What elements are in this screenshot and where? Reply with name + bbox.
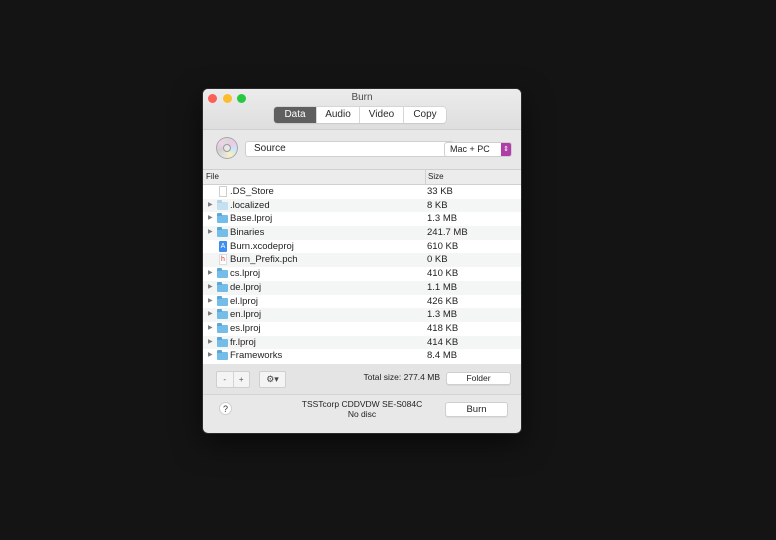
filesystem-select-value: Mac + PC [450, 144, 490, 154]
file-name: Binaries [230, 227, 265, 239]
source-area: Source Mac + PC ⇕ [203, 130, 521, 169]
disclosure-triangle-icon[interactable]: ▶ [208, 199, 213, 213]
folder-icon [217, 227, 228, 238]
help-button[interactable]: ? [219, 402, 232, 415]
file-name: es.lproj [230, 322, 261, 334]
file-name: .DS_Store [230, 186, 274, 197]
table-toolbar: - + ⚙▾ Total size: 277.4 MB Folder [203, 364, 521, 395]
mode-tabs: Data Audio Video Copy [274, 107, 446, 123]
file-table: File Size .DS_Store 33 KB ▶ .localized 8 KB ▶… [203, 169, 521, 364]
tab-audio[interactable]: Audio [316, 107, 359, 123]
table-row[interactable]: ▶ Binaries 241.7 MB [203, 226, 521, 240]
header-file-icon: h [219, 254, 227, 266]
folder-icon [217, 336, 228, 347]
file-size: 418 KB [427, 322, 459, 334]
table-row[interactable]: ▶ Frameworks 8.4 MB [203, 349, 521, 363]
file-size: 0 KB [427, 254, 448, 266]
action-menu-button[interactable]: ⚙▾ [259, 371, 286, 388]
file-size: 610 KB [427, 240, 459, 252]
disclosure-triangle-icon[interactable]: ▶ [208, 281, 213, 295]
table-row[interactable]: ▶ de.lproj 1.1 MB [203, 280, 521, 295]
folder-icon [217, 350, 228, 361]
title-bar: Burn Data Audio Video Copy [203, 89, 521, 130]
file-size: 33 KB [427, 186, 453, 197]
file-name: Base.lproj [230, 213, 273, 225]
column-header-size[interactable]: Size [425, 170, 444, 184]
tab-video[interactable]: Video [359, 107, 403, 123]
gear-icon: ⚙▾ [266, 374, 279, 384]
table-header: File Size [203, 170, 521, 185]
add-remove-control: - + [216, 371, 250, 388]
disclosure-triangle-icon[interactable]: ▶ [208, 336, 213, 350]
file-size: 1.3 MB [427, 213, 458, 225]
disclosure-triangle-icon[interactable]: ▶ [208, 212, 213, 226]
disclosure-triangle-icon[interactable]: ▶ [208, 322, 213, 336]
file-size: 1.1 MB [427, 281, 458, 293]
burn-button[interactable]: Burn [445, 402, 508, 417]
disc-status: No disc [347, 408, 377, 419]
drive-info: TSSTcorp CDDVDW SE-S084C No disc [293, 399, 431, 419]
xcode-project-icon: A [219, 240, 227, 252]
table-body: .DS_Store 33 KB ▶ .localized 8 KB ▶ Base.lproj… [203, 185, 521, 363]
file-name: el.lproj [230, 295, 258, 307]
folder-icon [217, 213, 228, 224]
tab-data[interactable]: Data [274, 107, 316, 123]
file-size: 8.4 MB [427, 350, 458, 362]
table-row[interactable]: A Burn.xcodeproj 610 KB [203, 240, 521, 254]
disclosure-triangle-icon[interactable]: ▶ [208, 226, 213, 240]
folder-icon [217, 322, 228, 333]
remove-button[interactable]: - [217, 372, 233, 387]
total-size: Total size: 277.4 MB [363, 372, 440, 382]
tab-copy[interactable]: Copy [403, 107, 446, 123]
disc-icon [216, 137, 238, 159]
footer: ? TSSTcorp CDDVDW SE-S084C No disc Burn [203, 395, 521, 433]
file-size: 414 KB [427, 336, 459, 348]
disclosure-triangle-icon[interactable]: ▶ [208, 267, 213, 281]
file-size: 426 KB [427, 295, 459, 307]
file-name: en.lproj [230, 309, 262, 321]
table-row[interactable]: ▶ Base.lproj 1.3 MB [203, 212, 521, 226]
table-row[interactable]: ▶ en.lproj 1.3 MB [203, 308, 521, 322]
file-name: .localized [230, 199, 270, 211]
filesystem-select[interactable]: Mac + PC ⇕ [444, 142, 512, 157]
table-row[interactable]: h Burn_Prefix.pch 0 KB [203, 253, 521, 268]
table-row[interactable]: ▶ cs.lproj 410 KB [203, 267, 521, 281]
table-row[interactable]: ▶ es.lproj 418 KB [203, 322, 521, 336]
new-folder-button[interactable]: Folder [446, 372, 511, 385]
chevron-up-down-icon: ⇕ [501, 143, 511, 156]
file-name: Burn.xcodeproj [230, 240, 294, 252]
column-header-file[interactable]: File [206, 170, 219, 184]
source-name-field[interactable]: Source [245, 141, 454, 157]
window-title: Burn [351, 92, 373, 103]
file-name: Burn_Prefix.pch [230, 254, 298, 266]
table-row[interactable]: ▶ fr.lproj 414 KB [203, 335, 521, 350]
folder-icon [217, 295, 228, 306]
add-button[interactable]: + [232, 372, 250, 387]
folder-icon [217, 199, 228, 210]
file-name: fr.lproj [230, 336, 256, 348]
folder-icon [217, 309, 228, 320]
file-name: cs.lproj [230, 268, 261, 280]
file-name: Frameworks [230, 350, 283, 362]
table-row[interactable]: ▶ .localized 8 KB [203, 198, 521, 213]
table-row[interactable]: .DS_Store 33 KB [203, 185, 521, 199]
document-icon [219, 186, 227, 197]
folder-icon [217, 268, 228, 279]
folder-icon [217, 281, 228, 292]
file-size: 241.7 MB [427, 227, 468, 239]
disclosure-triangle-icon[interactable]: ▶ [208, 349, 213, 363]
disclosure-triangle-icon[interactable]: ▶ [208, 295, 213, 309]
table-row[interactable]: ▶ el.lproj 426 KB [203, 295, 521, 309]
disclosure-triangle-icon[interactable]: ▶ [208, 308, 213, 322]
file-size: 1.3 MB [427, 309, 458, 321]
burn-window: Burn Data Audio Video Copy Source Mac + … [203, 89, 521, 433]
file-size: 8 KB [427, 199, 448, 211]
file-name: de.lproj [230, 281, 262, 293]
file-size: 410 KB [427, 268, 459, 280]
